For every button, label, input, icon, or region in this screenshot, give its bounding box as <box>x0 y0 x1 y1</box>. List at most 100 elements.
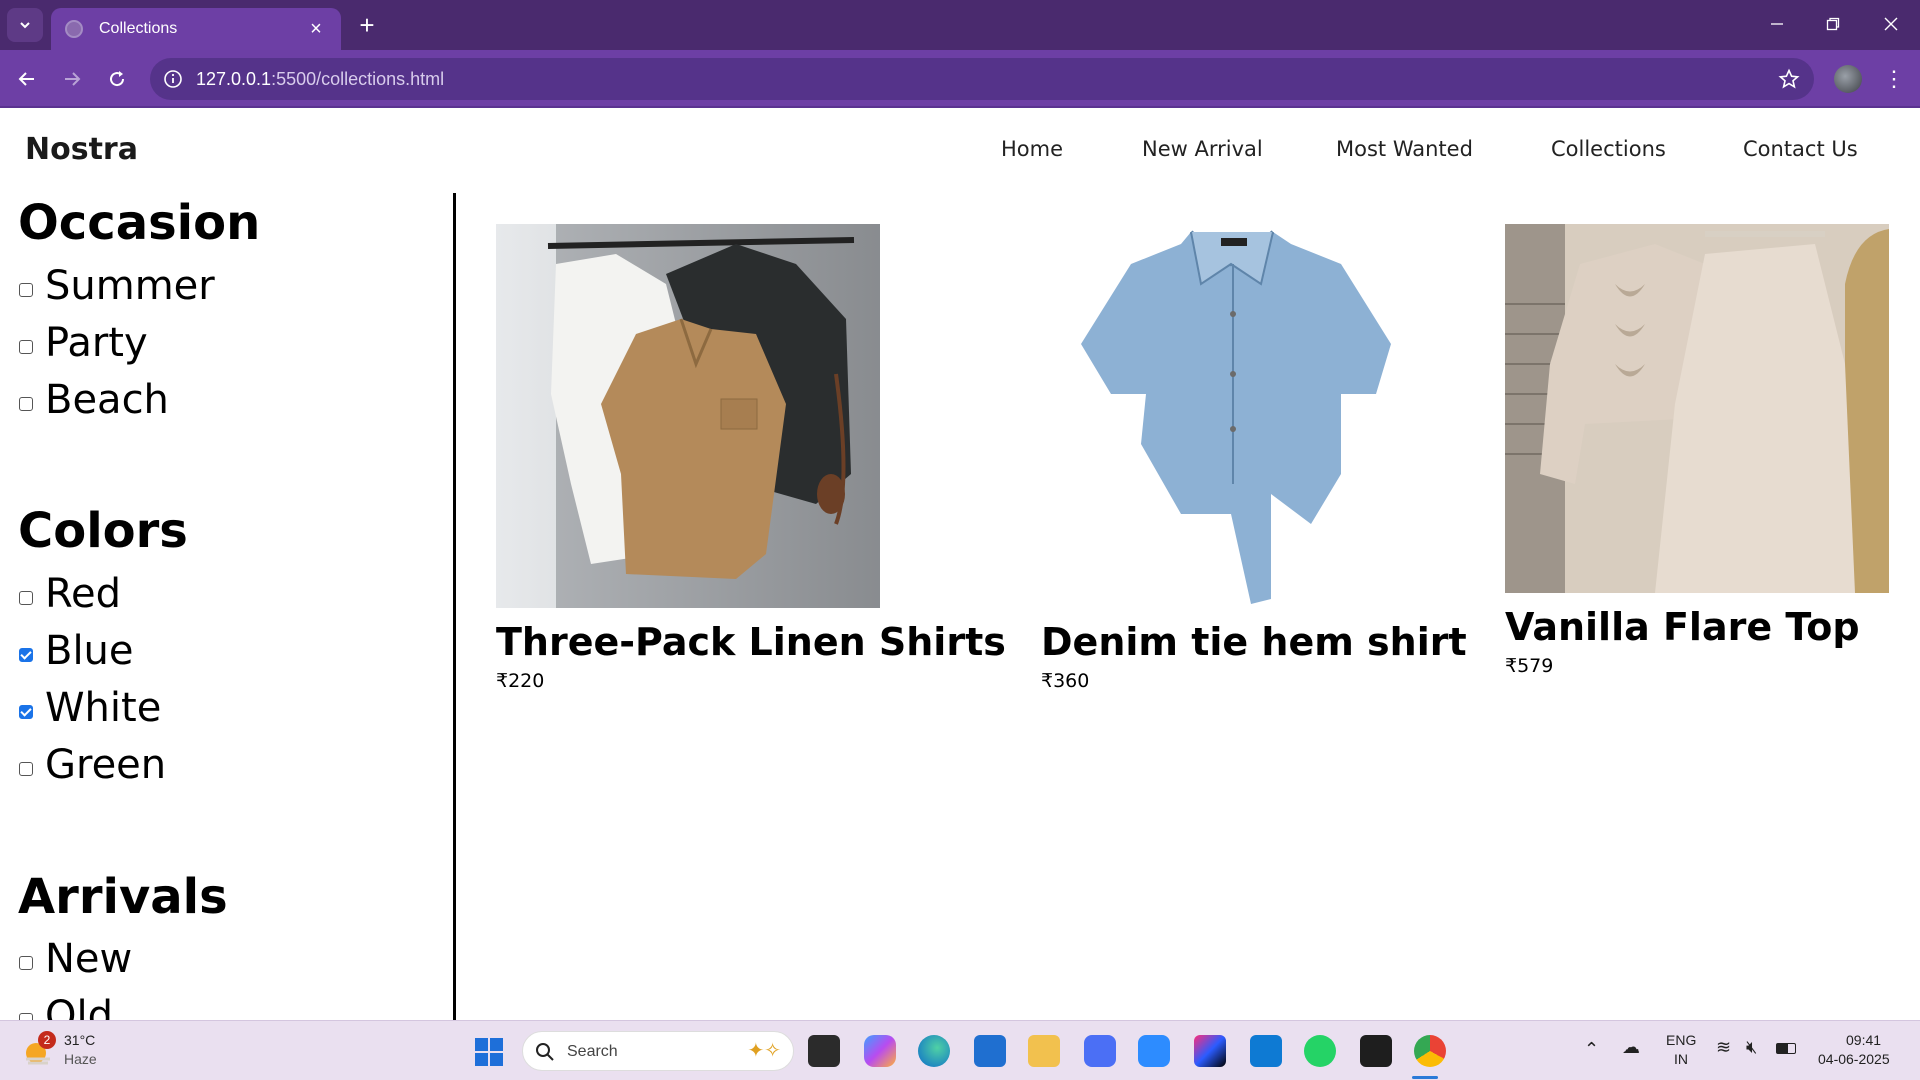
filter-option-label: Blue <box>45 628 134 674</box>
terminal-icon[interactable] <box>1360 1035 1392 1067</box>
checkbox[interactable] <box>19 397 33 411</box>
weather-widget[interactable]: 2 <box>22 1031 56 1067</box>
checkbox[interactable] <box>19 648 33 662</box>
browser-tab-strip: Collections × + <box>0 0 1920 50</box>
filter-option-white[interactable]: White <box>19 685 161 731</box>
vscode-icon[interactable] <box>1250 1035 1282 1067</box>
clock-time[interactable]: 09:41 <box>1846 1032 1881 1048</box>
app-icon[interactable] <box>1084 1035 1116 1067</box>
filter-option-red[interactable]: Red <box>19 571 121 617</box>
checkbox[interactable] <box>19 340 33 354</box>
product-title[interactable]: Vanilla Flare Top <box>1505 605 1889 649</box>
checkbox[interactable] <box>19 705 33 719</box>
product-price: ₹579 <box>1505 655 1554 677</box>
browser-menu-icon[interactable]: ⋮ <box>1880 64 1908 94</box>
product-image-vanilla-flare-top[interactable] <box>1505 224 1889 593</box>
minimize-icon <box>1771 23 1783 25</box>
nav-link-new-arrival[interactable]: New Arrival <box>1142 137 1263 161</box>
filter-option-blue[interactable]: Blue <box>19 628 134 674</box>
active-app-indicator <box>1412 1076 1438 1079</box>
close-window-button[interactable] <box>1868 8 1914 40</box>
product-card[interactable]: Denim tie hem shirt ₹360 <box>1041 224 1467 692</box>
clock-date[interactable]: 04-06-2025 <box>1818 1051 1890 1067</box>
checkbox[interactable] <box>19 1013 33 1020</box>
product-card[interactable]: Vanilla Flare Top ₹579 <box>1505 224 1889 677</box>
product-image-linen-shirts[interactable] <box>496 224 880 608</box>
checkbox[interactable] <box>19 762 33 776</box>
url-text: 127.0.0.1:5500/collections.html <box>196 69 445 89</box>
cloud-sync-icon[interactable]: ☁ <box>1622 1037 1640 1058</box>
arrow-right-icon <box>65 72 81 86</box>
nav-link-collections[interactable]: Collections <box>1551 137 1666 161</box>
filter-option-summer[interactable]: Summer <box>19 263 215 309</box>
product-title[interactable]: Denim tie hem shirt <box>1041 620 1467 664</box>
bookmark-star-icon[interactable] <box>1778 68 1800 90</box>
filter-option-green[interactable]: Green <box>19 742 166 788</box>
product-price: ₹220 <box>496 670 545 692</box>
nav-link-contact-us[interactable]: Contact Us <box>1743 137 1858 161</box>
microsoft-store-icon[interactable] <box>974 1035 1006 1067</box>
edge-browser-icon[interactable] <box>918 1035 950 1067</box>
restore-icon <box>1826 17 1840 31</box>
battery-icon[interactable] <box>1776 1043 1796 1054</box>
chevron-up-icon[interactable]: ⌃ <box>1584 1039 1599 1060</box>
intellij-icon[interactable] <box>1194 1035 1226 1067</box>
reload-button[interactable] <box>100 62 134 96</box>
windows-taskbar: 2 31°C Haze Search ✦✧ ⌃ ☁ ENG IN ≋ 🔇︎ 09… <box>0 1020 1920 1080</box>
nav-link-most-wanted[interactable]: Most Wanted <box>1336 137 1473 161</box>
file-explorer-icon[interactable] <box>1028 1035 1060 1067</box>
checkbox[interactable] <box>19 956 33 970</box>
windows-logo-icon <box>475 1038 503 1066</box>
filter-heading-arrivals: Arrivals <box>18 869 228 925</box>
filter-option-old[interactable]: Old <box>19 993 113 1020</box>
start-button[interactable] <box>474 1037 504 1067</box>
language-indicator-top[interactable]: ENG <box>1666 1032 1696 1048</box>
product-title[interactable]: Three-Pack Linen Shirts <box>496 620 1006 664</box>
browser-tab[interactable]: Collections × <box>51 8 341 50</box>
nav-link-home[interactable]: Home <box>1001 137 1063 161</box>
browser-toolbar: 127.0.0.1:5500/collections.html ⋮ <box>0 50 1920 108</box>
forward-button[interactable] <box>55 62 89 96</box>
back-button[interactable] <box>10 62 44 96</box>
product-card[interactable]: Three-Pack Linen Shirts ₹220 <box>496 224 1006 692</box>
speaker-muted-icon[interactable]: 🔇︎ <box>1746 1037 1757 1058</box>
taskbar-search[interactable]: Search ✦✧ <box>522 1031 794 1071</box>
task-view-icon[interactable] <box>808 1035 840 1067</box>
tab-title: Collections <box>99 20 178 37</box>
filter-option-party[interactable]: Party <box>19 320 148 366</box>
product-image-denim-shirt[interactable] <box>1041 224 1425 608</box>
whatsapp-icon[interactable] <box>1304 1035 1336 1067</box>
filter-sidebar: Occasion Summer Party Beach Colors Red B… <box>0 193 456 1020</box>
address-bar[interactable]: 127.0.0.1:5500/collections.html <box>150 58 1814 100</box>
filter-option-label: White <box>45 685 162 731</box>
filter-option-new[interactable]: New <box>19 936 132 982</box>
filter-option-label: Beach <box>45 377 169 423</box>
site-info-icon[interactable] <box>162 68 184 90</box>
reload-icon <box>110 71 125 87</box>
search-icon <box>536 1043 554 1061</box>
minimize-button[interactable] <box>1754 8 1800 40</box>
search-placeholder: Search <box>567 1043 618 1060</box>
product-price: ₹360 <box>1041 670 1090 692</box>
web-page: Nostra Home New Arrival Most Wanted Coll… <box>0 108 1920 1020</box>
filter-option-label: Party <box>45 320 148 366</box>
wifi-icon[interactable]: ≋ <box>1716 1037 1731 1058</box>
checkbox[interactable] <box>19 283 33 297</box>
checkbox[interactable] <box>19 591 33 605</box>
filter-heading-occasion: Occasion <box>18 195 261 251</box>
filter-option-label: Summer <box>45 263 215 309</box>
new-tab-button[interactable]: + <box>352 10 382 40</box>
filter-option-beach[interactable]: Beach <box>19 377 169 423</box>
globe-icon <box>65 20 83 38</box>
close-tab-icon[interactable]: × <box>305 18 327 41</box>
profile-avatar[interactable] <box>1834 65 1862 93</box>
restore-button[interactable] <box>1810 8 1856 40</box>
copilot-icon[interactable] <box>864 1035 896 1067</box>
tab-search-button[interactable] <box>7 8 43 42</box>
language-indicator-bottom[interactable]: IN <box>1674 1051 1688 1067</box>
filter-option-label: Red <box>45 571 121 617</box>
chrome-icon[interactable] <box>1414 1035 1446 1067</box>
filter-option-label: New <box>45 936 133 982</box>
filter-option-label: Green <box>45 742 167 788</box>
zoom-icon[interactable] <box>1138 1035 1170 1067</box>
